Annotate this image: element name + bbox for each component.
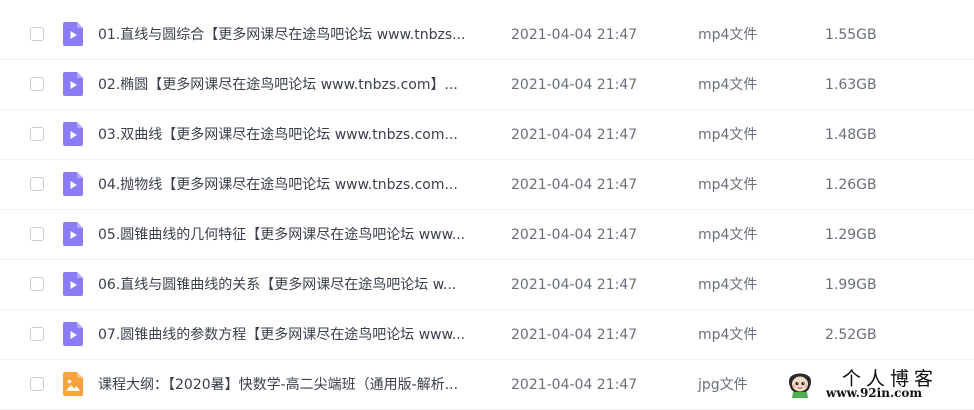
file-name[interactable]: 04.抛物线【更多网课尽在途鸟吧论坛 www.tnbzs.com... — [98, 175, 493, 195]
file-type: mp4文件 — [698, 127, 758, 143]
row-checkbox[interactable] — [30, 77, 44, 91]
file-size: 1.48GB — [825, 127, 877, 143]
file-type: jpg文件 — [698, 377, 748, 393]
file-date: 2021-04-04 21:47 — [511, 277, 638, 293]
file-date: 2021-04-04 21:47 — [511, 377, 638, 393]
file-type: mp4文件 — [698, 277, 758, 293]
row-checkbox[interactable] — [30, 377, 44, 391]
file-name[interactable]: 06.直线与圆锥曲线的关系【更多网课尽在途鸟吧论坛 w... — [98, 275, 493, 295]
file-date: 2021-04-04 21:47 — [511, 127, 638, 143]
file-type: mp4文件 — [698, 77, 758, 93]
video-file-icon — [63, 72, 83, 96]
row-checkbox[interactable] — [30, 227, 44, 241]
video-file-icon — [63, 222, 83, 246]
video-file-icon — [63, 172, 83, 196]
file-type: mp4文件 — [698, 177, 758, 193]
file-size: 1.26GB — [825, 177, 877, 193]
file-name[interactable]: 课程大纲：【2020暑】快数学-高二尖端班（通用版-解析... — [98, 375, 493, 395]
file-type: mp4文件 — [698, 27, 758, 43]
file-list: 01.直线与圆综合【更多网课尽在途鸟吧论坛 www.tnbzs... 2021-… — [0, 10, 974, 410]
video-file-icon — [63, 122, 83, 146]
file-row[interactable]: 05.圆锥曲线的几何特征【更多网课尽在途鸟吧论坛 www... 2021-04-… — [0, 210, 974, 260]
file-name[interactable]: 07.圆锥曲线的参数方程【更多网课尽在途鸟吧论坛 www... — [98, 325, 493, 345]
file-row[interactable]: 02.椭圆【更多网课尽在途鸟吧论坛 www.tnbzs.com】... 2021… — [0, 60, 974, 110]
file-row[interactable]: 06.直线与圆锥曲线的关系【更多网课尽在途鸟吧论坛 w... 2021-04-0… — [0, 260, 974, 310]
row-checkbox[interactable] — [30, 27, 44, 41]
file-date: 2021-04-04 21:47 — [511, 177, 638, 193]
video-file-icon — [63, 272, 83, 296]
row-checkbox[interactable] — [30, 177, 44, 191]
cartoon-avatar-icon — [789, 373, 811, 398]
video-file-icon — [63, 22, 83, 46]
file-row[interactable]: 03.双曲线【更多网课尽在途鸟吧论坛 www.tnbzs.com... 2021… — [0, 110, 974, 160]
file-row[interactable]: 04.抛物线【更多网课尽在途鸟吧论坛 www.tnbzs.com... 2021… — [0, 160, 974, 210]
blog-watermark: 个人博客 www.92in.com — [780, 360, 974, 406]
file-name[interactable]: 01.直线与圆综合【更多网课尽在途鸟吧论坛 www.tnbzs... — [98, 25, 493, 45]
file-size: 2.52GB — [825, 327, 877, 343]
file-type: mp4文件 — [698, 227, 758, 243]
file-date: 2021-04-04 21:47 — [511, 327, 638, 343]
watermark-url: www.92in.com — [826, 386, 923, 400]
image-file-icon — [63, 372, 83, 396]
file-date: 2021-04-04 21:47 — [511, 227, 638, 243]
file-size: 1.63GB — [825, 77, 877, 93]
file-name[interactable]: 05.圆锥曲线的几何特征【更多网课尽在途鸟吧论坛 www... — [98, 225, 493, 245]
file-date: 2021-04-04 21:47 — [511, 27, 638, 43]
file-row[interactable]: 01.直线与圆综合【更多网课尽在途鸟吧论坛 www.tnbzs... 2021-… — [0, 10, 974, 60]
row-checkbox[interactable] — [30, 277, 44, 291]
file-type: mp4文件 — [698, 327, 758, 343]
file-size: 1.55GB — [825, 27, 877, 43]
video-file-icon — [63, 322, 83, 346]
file-date: 2021-04-04 21:47 — [511, 77, 638, 93]
file-row[interactable]: 07.圆锥曲线的参数方程【更多网课尽在途鸟吧论坛 www... 2021-04-… — [0, 310, 974, 360]
file-size: 1.99GB — [825, 277, 877, 293]
row-checkbox[interactable] — [30, 127, 44, 141]
row-checkbox[interactable] — [30, 327, 44, 341]
file-name[interactable]: 02.椭圆【更多网课尽在途鸟吧论坛 www.tnbzs.com】... — [98, 75, 493, 95]
file-size: 1.29GB — [825, 227, 877, 243]
file-name[interactable]: 03.双曲线【更多网课尽在途鸟吧论坛 www.tnbzs.com... — [98, 125, 493, 145]
